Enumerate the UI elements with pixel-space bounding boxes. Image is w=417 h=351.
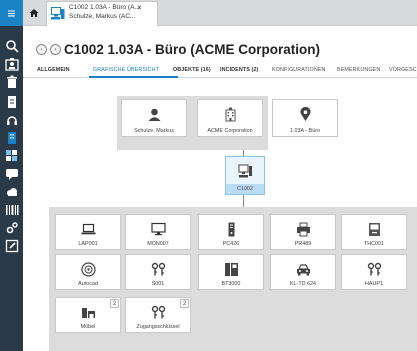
monitor-icon bbox=[126, 220, 190, 238]
printer-icon bbox=[271, 220, 335, 238]
node-object-2[interactable]: PC426 bbox=[198, 214, 264, 250]
node-label: HAUP1 bbox=[365, 281, 383, 287]
keys-icon bbox=[126, 260, 190, 278]
tab-c1002[interactable]: C1002 1.03A - Büro (A... Schulze, Markus… bbox=[46, 1, 158, 26]
tab-objekte[interactable]: OBJEKTE (16) bbox=[173, 67, 211, 73]
node-object-9[interactable]: HAUP1 bbox=[341, 254, 407, 290]
forward-button[interactable]: › bbox=[50, 44, 61, 55]
tab-vorgeschichte[interactable]: VORGESC bbox=[389, 67, 417, 73]
node-object-6[interactable]: S001 bbox=[125, 254, 191, 290]
edit-box-icon[interactable] bbox=[0, 236, 23, 256]
node-label: C1002 bbox=[226, 184, 264, 194]
app-tiles-icon[interactable] bbox=[0, 146, 23, 166]
node-object-11[interactable]: Zugangsschlüssel 2 bbox=[125, 297, 191, 333]
active-tab-indicator bbox=[89, 76, 178, 78]
node-label: Möbel bbox=[80, 324, 96, 330]
subtab-bar: ALLGEMEIN GRAFISCHE ÜBERSICHT OBJEKTE (1… bbox=[23, 64, 417, 78]
node-object-10[interactable]: Möbel 2 bbox=[55, 297, 121, 333]
node-label: Zugangsschlüssel bbox=[136, 324, 180, 330]
disc-icon bbox=[56, 260, 120, 278]
location-pin-icon bbox=[273, 105, 337, 123]
node-label: MON007 bbox=[147, 241, 169, 247]
node-label: KL-TD 624 bbox=[289, 281, 317, 287]
trash-icon[interactable] bbox=[0, 72, 23, 92]
count-badge: 2 bbox=[110, 299, 119, 308]
person-icon bbox=[122, 105, 186, 123]
node-object-0[interactable]: LAP001 bbox=[55, 214, 121, 250]
node-object-7[interactable]: BT3000 bbox=[198, 254, 264, 290]
document-icon[interactable] bbox=[0, 92, 23, 112]
node-label: PC426 bbox=[222, 241, 240, 247]
node-label: THC001 bbox=[363, 241, 385, 247]
node-center[interactable]: C1002 bbox=[225, 156, 265, 195]
home-icon[interactable] bbox=[23, 0, 45, 26]
node-object-3[interactable]: PR489 bbox=[270, 214, 336, 250]
node-label: Schulze, Markus bbox=[134, 128, 174, 134]
laptop-icon bbox=[56, 220, 120, 238]
node-label: BT3000 bbox=[221, 281, 241, 287]
building-icon[interactable] bbox=[0, 128, 23, 148]
headset-icon[interactable] bbox=[0, 110, 23, 130]
node-label: Autocad bbox=[78, 281, 98, 287]
node-label: ACME Corporation bbox=[207, 128, 253, 134]
workstation-icon bbox=[226, 162, 264, 180]
tab-title: C1002 1.03A - Büro (A... bbox=[69, 4, 140, 11]
node-related-1[interactable]: ACME Corporation bbox=[197, 99, 263, 137]
car-icon bbox=[271, 260, 335, 278]
chat-icon[interactable] bbox=[0, 164, 23, 184]
tab-bar: C1002 1.03A - Büro (A... Schulze, Markus… bbox=[23, 0, 417, 26]
node-label: PR489 bbox=[294, 241, 312, 247]
back-button[interactable]: ‹ bbox=[36, 44, 47, 55]
close-icon[interactable]: × bbox=[137, 3, 142, 12]
tab-allgemein[interactable]: ALLGEMEIN bbox=[37, 67, 70, 73]
node-label: 1.03A - Büro bbox=[290, 128, 320, 134]
node-object-4[interactable]: THC001 bbox=[341, 214, 407, 250]
node-related-2[interactable]: 1.03A - Büro bbox=[272, 99, 338, 137]
tab-grafische-uebersicht[interactable]: GRAFISCHE ÜBERSICHT bbox=[93, 67, 159, 73]
node-label: LAP001 bbox=[78, 241, 98, 247]
workstation-icon bbox=[51, 7, 65, 20]
phone-icon bbox=[199, 260, 263, 278]
menu-icon[interactable]: ≡ bbox=[0, 0, 23, 26]
keys-icon bbox=[342, 260, 406, 278]
user-card-icon[interactable] bbox=[0, 54, 23, 74]
search-icon[interactable] bbox=[0, 36, 23, 56]
cloud-icon[interactable] bbox=[0, 182, 23, 202]
left-sidebar: ≡ bbox=[0, 0, 23, 351]
tab-konfigurationen[interactable]: KONFIGURATIONEN bbox=[272, 67, 326, 73]
node-related-0[interactable]: Schulze, Markus bbox=[121, 99, 187, 137]
tab-bemerkungen[interactable]: BEMERKUNGEN bbox=[337, 67, 380, 73]
pc-tower-icon bbox=[199, 220, 263, 238]
company-building-icon bbox=[198, 105, 262, 123]
barcode-icon[interactable] bbox=[0, 200, 23, 220]
tab-subtitle: Schulze, Markus (AC... bbox=[69, 13, 136, 20]
thin-client-icon bbox=[342, 220, 406, 238]
node-object-5[interactable]: Autocad bbox=[55, 254, 121, 290]
count-badge: 2 bbox=[180, 299, 189, 308]
page-title: C1002 1.03A - Büro (ACME Corporation) bbox=[64, 42, 321, 57]
settings-icon[interactable] bbox=[0, 218, 23, 238]
tab-incidents[interactable]: INCIDENTS (2) bbox=[220, 67, 258, 73]
node-label: S001 bbox=[151, 281, 165, 287]
node-object-1[interactable]: MON007 bbox=[125, 214, 191, 250]
node-object-8[interactable]: KL-TD 624 bbox=[270, 254, 336, 290]
